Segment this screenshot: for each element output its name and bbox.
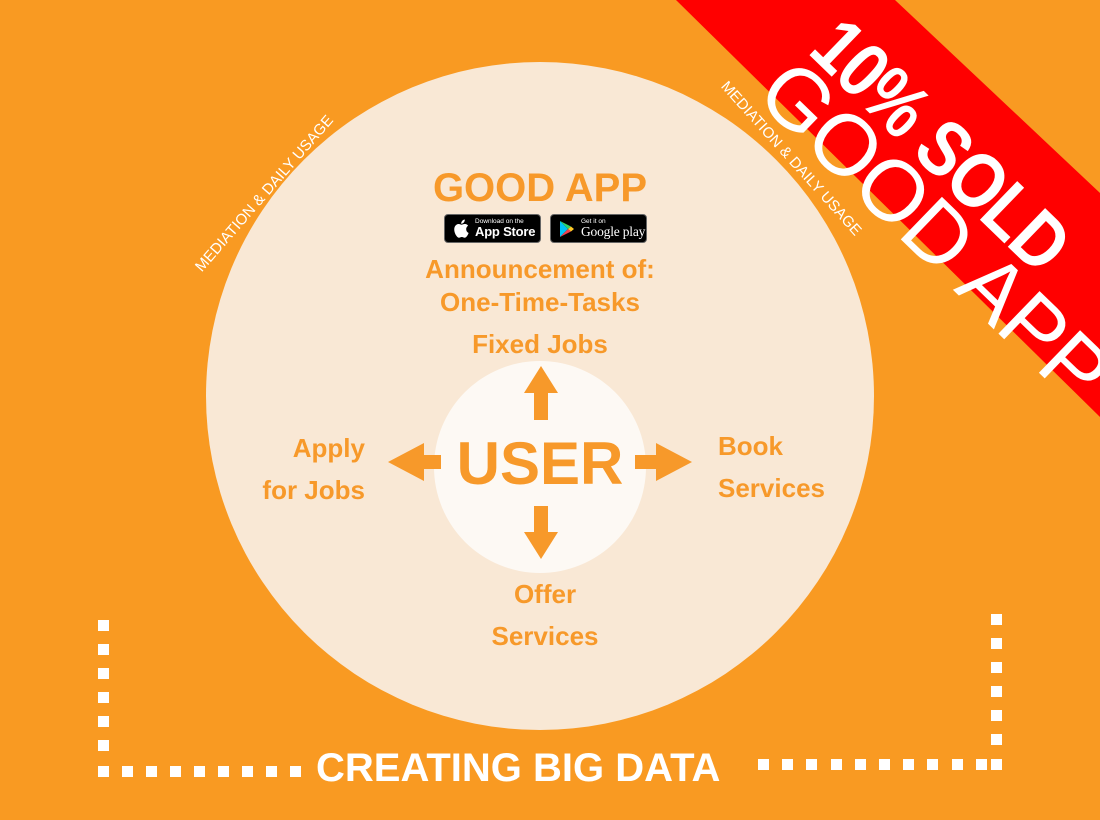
apply-for-jobs-label: Apply for Jobs — [200, 427, 365, 511]
offer-line-2: Services — [491, 621, 599, 651]
apple-icon — [449, 217, 473, 241]
bracket-dot — [170, 766, 181, 777]
bracket-dot — [991, 686, 1002, 697]
bracket-dot — [991, 734, 1002, 745]
book-line-1: Book — [718, 431, 783, 461]
bracket-dot — [903, 759, 915, 770]
bracket-dot — [975, 759, 987, 770]
book-line-2: Services — [718, 473, 825, 503]
bracket-dot — [98, 766, 109, 777]
apply-line-2: for Jobs — [262, 475, 365, 505]
bracket-dot — [991, 638, 1002, 649]
bracket-dot — [991, 662, 1002, 673]
apply-line-1: Apply — [292, 433, 365, 463]
app-store-badge[interactable]: Download on the App Store — [444, 214, 541, 243]
offer-services-label: Offer Services — [440, 573, 650, 657]
google-play-big-text: Google play — [581, 224, 646, 239]
bracket-dot — [758, 759, 769, 770]
bracket-dot — [146, 766, 157, 777]
bracket-dot — [98, 668, 109, 679]
announcement-fixed-jobs: Fixed Jobs — [472, 329, 608, 359]
bracket-dot — [290, 766, 301, 777]
bracket-dot — [98, 716, 109, 727]
offer-line-1: Offer — [513, 579, 577, 609]
announcement-one-time-tasks: One-Time-Tasks — [440, 287, 640, 317]
bracket-dot — [879, 759, 890, 770]
user-label: USER — [456, 430, 624, 497]
bracket-dot — [782, 759, 794, 770]
book-services-label: Book Services — [718, 425, 918, 509]
bracket-dot — [218, 766, 229, 777]
bracket-dot — [98, 740, 109, 751]
bracket-dot — [242, 766, 253, 777]
bracket-dot — [991, 759, 1002, 770]
google-play-badge[interactable]: Get it on Google play — [550, 214, 647, 243]
play-triangle-icon — [555, 217, 579, 241]
bracket-dot — [194, 766, 205, 777]
bracket-dot — [98, 644, 109, 655]
bracket-dot — [991, 710, 1002, 721]
bracket-dot — [122, 766, 133, 777]
bracket-dot — [98, 620, 109, 631]
bracket-dot — [830, 759, 842, 770]
bracket-dot — [98, 692, 109, 703]
bracket-dot — [927, 759, 939, 770]
app-store-big-text: App Store — [475, 224, 536, 240]
bracket-dot — [854, 759, 866, 770]
creating-big-data-label: CREATING BIG DATA — [316, 746, 721, 790]
bracket-dot — [951, 759, 963, 770]
bracket-dot — [266, 766, 277, 777]
bracket-dot — [806, 759, 818, 770]
bracket-dot — [991, 614, 1002, 625]
